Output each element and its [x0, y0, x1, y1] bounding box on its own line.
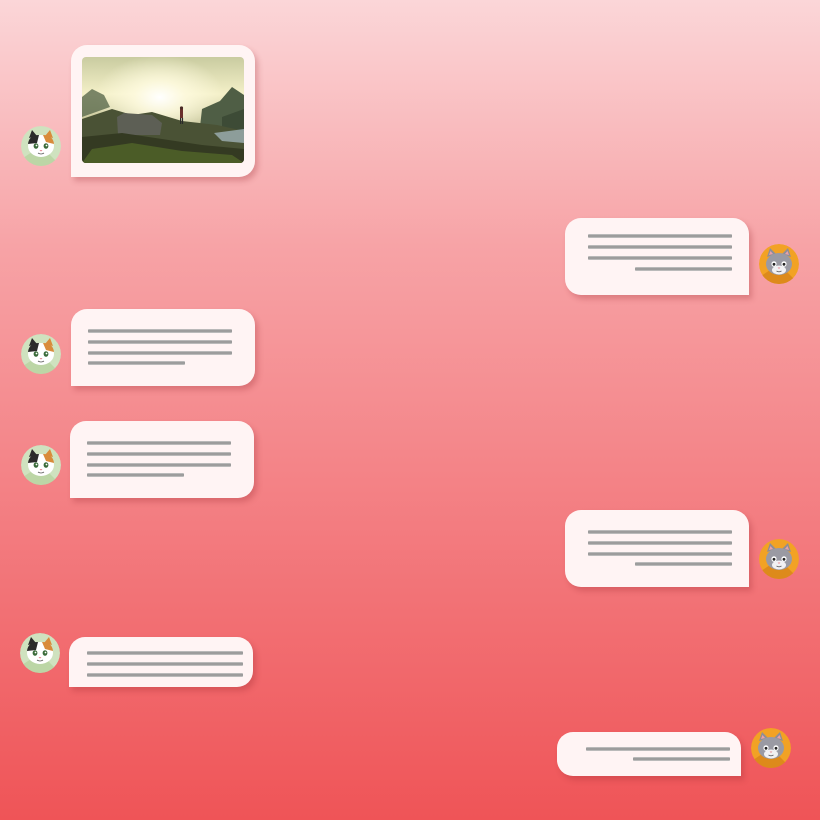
text-line-placeholder: [87, 463, 231, 467]
text-line-placeholder: [588, 552, 732, 556]
text-line-placeholder: [88, 361, 185, 365]
text-line-placeholder: [87, 441, 231, 445]
text-line-placeholder: [633, 757, 730, 761]
text-line-placeholder: [87, 651, 243, 655]
text-line-placeholder: [88, 340, 232, 344]
avatar-calico-cat[interactable]: [21, 445, 61, 485]
avatar-gray-cat[interactable]: [759, 539, 799, 579]
text-line-placeholder: [586, 747, 730, 751]
gray-cat-icon: [759, 244, 799, 284]
text-line-placeholder: [88, 329, 232, 333]
message-bubble-text[interactable]: [71, 309, 255, 386]
message-bubble-image[interactable]: [71, 45, 255, 177]
avatar-gray-cat[interactable]: [751, 728, 791, 768]
mountain-sunset-photo[interactable]: [82, 57, 244, 163]
avatar-calico-cat[interactable]: [21, 334, 61, 374]
avatar-gray-cat[interactable]: [759, 244, 799, 284]
text-line-placeholder: [588, 256, 732, 260]
calico-cat-icon: [21, 445, 61, 485]
avatar-calico-cat[interactable]: [21, 126, 61, 166]
text-line-placeholder: [87, 673, 243, 677]
message-bubble-text[interactable]: [557, 732, 741, 776]
text-line-placeholder: [87, 473, 184, 477]
text-line-placeholder: [588, 530, 732, 534]
text-line-placeholder: [635, 267, 732, 271]
text-line-placeholder: [87, 452, 231, 456]
calico-cat-icon: [21, 126, 61, 166]
message-bubble-text[interactable]: [565, 510, 749, 587]
gray-cat-icon: [759, 539, 799, 579]
gray-cat-icon: [751, 728, 791, 768]
message-bubble-text[interactable]: [69, 637, 253, 687]
text-line-placeholder: [88, 351, 232, 355]
text-line-placeholder: [87, 662, 243, 666]
message-bubble-text[interactable]: [70, 421, 254, 498]
calico-cat-icon: [20, 633, 60, 673]
message-bubble-text[interactable]: [565, 218, 749, 295]
text-line-placeholder: [635, 562, 732, 566]
text-line-placeholder: [588, 245, 732, 249]
calico-cat-icon: [21, 334, 61, 374]
text-line-placeholder: [588, 234, 732, 238]
text-line-placeholder: [588, 541, 732, 545]
avatar-calico-cat[interactable]: [20, 633, 60, 673]
